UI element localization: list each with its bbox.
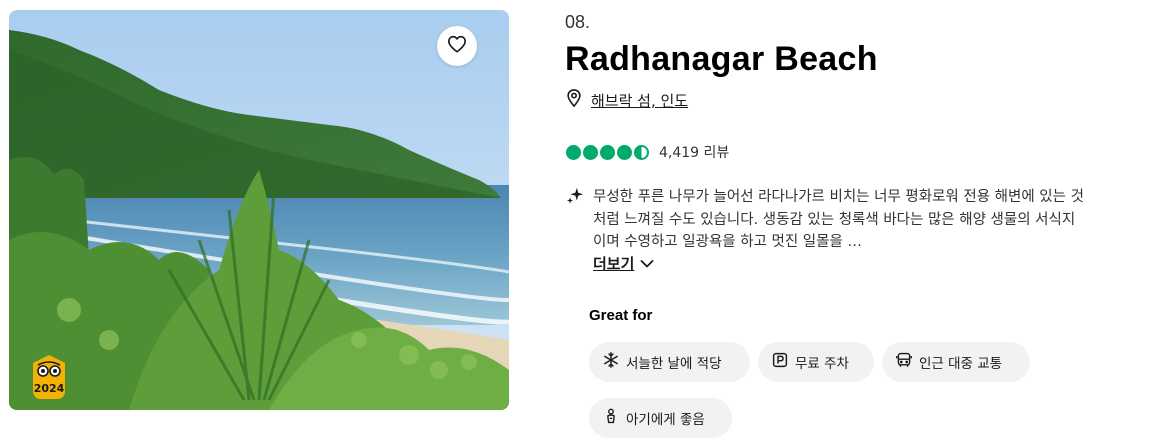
map-pin-icon	[566, 89, 582, 111]
review-count[interactable]: 4,419 리뷰	[659, 142, 729, 162]
rating[interactable]: 4,419 리뷰	[566, 142, 729, 162]
baby-icon	[603, 408, 619, 428]
award-year: 2024	[33, 382, 65, 395]
bus-icon	[896, 352, 912, 372]
rating-bubble-full	[600, 144, 615, 160]
tag-chip-public-transit[interactable]: 인근 대중 교통	[882, 342, 1030, 382]
rating-bubbles	[566, 144, 649, 160]
location: 해브락 섬, 인도	[566, 89, 688, 111]
beach-scene-image	[9, 10, 509, 410]
parking-icon	[772, 352, 788, 372]
rating-bubble-half	[634, 144, 649, 160]
tag-label: 서늘한 날에 적당	[626, 356, 722, 372]
heart-icon	[447, 35, 467, 57]
tag-chip-cool-weather[interactable]: 서늘한 날에 적당	[589, 342, 750, 382]
attraction-photo[interactable]: 2024	[9, 10, 509, 410]
snowflake-icon	[603, 352, 619, 372]
great-for-heading: Great for	[589, 307, 653, 324]
rating-bubble-full	[583, 144, 598, 160]
travelers-choice-badge: 2024	[32, 354, 66, 400]
read-more-label: 더보기	[593, 255, 635, 273]
location-link[interactable]: 해브락 섬, 인도	[591, 90, 688, 111]
tag-label: 인근 대중 교통	[919, 356, 1003, 372]
rating-bubble-full	[617, 144, 632, 160]
read-more-button[interactable]: 더보기	[593, 253, 654, 274]
tag-label: 무료 주차	[795, 356, 849, 372]
rating-bubble-full	[566, 144, 581, 160]
tag-label: 아기에게 좋음	[626, 412, 705, 428]
tag-chip-free-parking[interactable]: 무료 주차	[758, 342, 874, 382]
chevron-down-icon	[640, 255, 654, 273]
save-heart-button[interactable]	[437, 26, 477, 66]
attraction-title[interactable]: Radhanagar Beach	[565, 40, 878, 79]
sparkle-icon	[566, 187, 584, 209]
rank-number: 08.	[565, 12, 591, 32]
description-text: 무성한 푸른 나무가 늘어선 라다나가르 비치는 너무 평화로워 전용 해변에 …	[593, 189, 1084, 250]
tag-chip-good-for-babies[interactable]: 아기에게 좋음	[589, 398, 732, 438]
